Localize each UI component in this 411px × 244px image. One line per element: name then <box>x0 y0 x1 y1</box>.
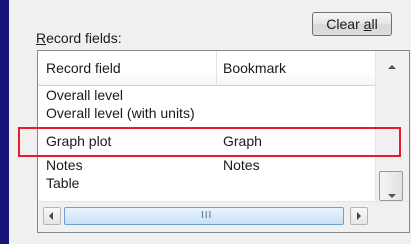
clear-all-button[interactable]: Clear all <box>312 12 392 36</box>
list-row-overall-level[interactable]: Overall level <box>38 86 376 104</box>
list-rows: Overall level Overall level (with units)… <box>38 86 376 203</box>
record-fields-label: Record fields: <box>36 30 122 46</box>
scroll-grip-icon: III <box>201 210 213 221</box>
scrollbar-corner <box>376 194 409 232</box>
left-accent-bar <box>0 0 9 244</box>
list-row-overall-level-with-units[interactable]: Overall level (with units) <box>38 104 376 122</box>
list-row-table[interactable]: Table <box>38 174 376 192</box>
row-field: Table <box>46 175 80 191</box>
row-field: Notes <box>46 157 83 173</box>
column-divider[interactable] <box>216 51 217 85</box>
row-field: Overall level (with units) <box>46 105 195 121</box>
list-header: Record field Bookmark <box>38 51 376 86</box>
record-fields-label-text: ecord fields: <box>46 30 122 46</box>
list-row-graph-plot[interactable]: Graph plot Graph <box>38 132 376 150</box>
row-field: Overall level <box>46 87 124 103</box>
row-field: Graph plot <box>46 133 112 149</box>
record-fields-label-mnemonic: R <box>36 30 47 46</box>
horizontal-scrollbar[interactable]: III <box>38 201 409 232</box>
row-bookmark: Graph <box>223 133 262 149</box>
column-header-record-field[interactable]: Record field <box>46 60 121 76</box>
vertical-scrollbar[interactable] <box>375 51 409 203</box>
record-fields-panel: Clear all Record fields: Record field Bo… <box>9 0 411 244</box>
page: Clear all Record fields: Record field Bo… <box>0 0 411 244</box>
scroll-left-arrow-icon[interactable] <box>43 207 61 225</box>
row-bookmark: Notes <box>223 157 260 173</box>
scroll-up-arrow-icon[interactable] <box>388 65 396 69</box>
record-fields-list[interactable]: Record field Bookmark Overall level Over… <box>37 50 410 233</box>
list-row-notes[interactable]: Notes Notes <box>38 156 376 174</box>
clear-all-label-suffix: ll <box>371 16 378 32</box>
clear-all-label-prefix: Clear <box>326 16 364 32</box>
horizontal-scroll-thumb[interactable]: III <box>64 207 344 225</box>
column-header-bookmark[interactable]: Bookmark <box>223 60 286 76</box>
scroll-right-arrow-icon[interactable] <box>350 207 368 225</box>
scroll-down-arrow-icon[interactable] <box>388 194 396 198</box>
